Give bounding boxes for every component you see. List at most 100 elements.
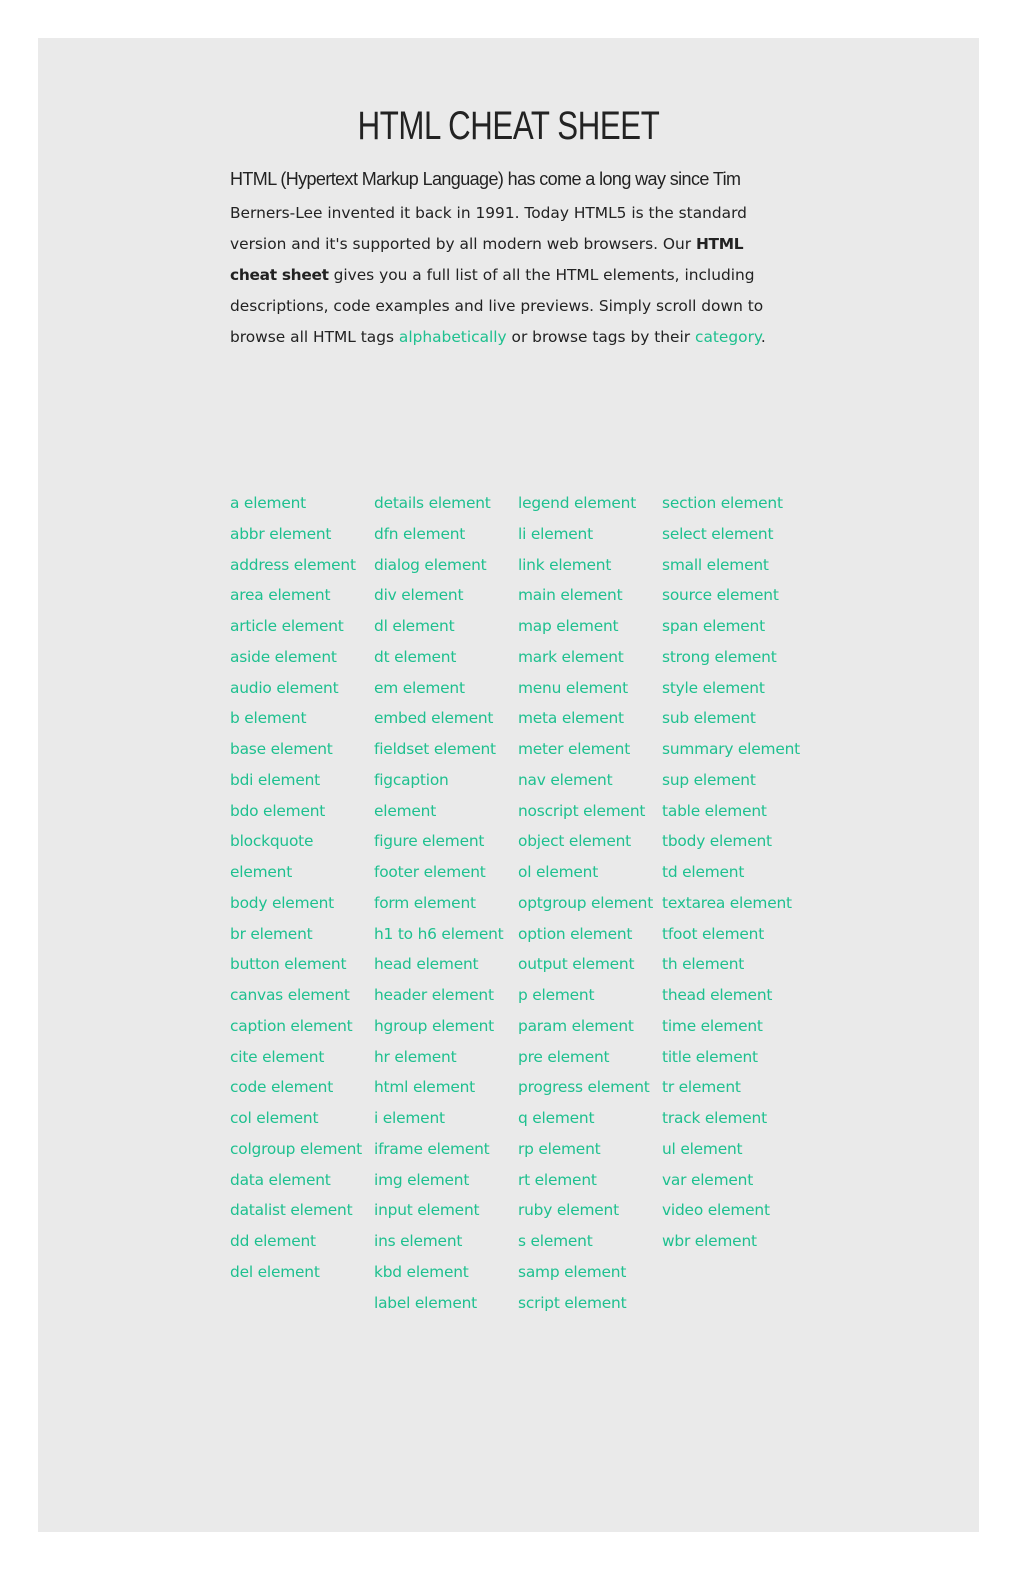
element-link[interactable]: a element — [230, 488, 368, 519]
element-link[interactable]: cite element — [230, 1042, 368, 1073]
element-link[interactable]: figcaption element — [374, 765, 512, 827]
element-link[interactable]: article element — [230, 611, 368, 642]
element-link[interactable]: ul element — [662, 1134, 800, 1165]
element-link[interactable]: param element — [518, 1011, 656, 1042]
element-link[interactable]: hr element — [374, 1042, 512, 1073]
element-link[interactable]: small element — [662, 550, 800, 581]
element-link[interactable]: rt element — [518, 1165, 656, 1196]
element-link[interactable]: figure element — [374, 826, 512, 857]
element-link[interactable]: dfn element — [374, 519, 512, 550]
element-link[interactable]: progress element — [518, 1072, 656, 1103]
element-link[interactable]: button element — [230, 949, 368, 980]
element-link[interactable]: abbr element — [230, 519, 368, 550]
element-link[interactable]: textarea element — [662, 888, 800, 919]
element-link[interactable]: br element — [230, 919, 368, 950]
element-link[interactable]: main element — [518, 580, 656, 611]
element-link[interactable]: strong element — [662, 642, 800, 673]
element-link[interactable]: img element — [374, 1165, 512, 1196]
element-link[interactable]: p element — [518, 980, 656, 1011]
element-link[interactable]: pre element — [518, 1042, 656, 1073]
element-link[interactable]: ins element — [374, 1226, 512, 1257]
element-link[interactable]: table element — [662, 796, 800, 827]
element-link[interactable]: summary element — [662, 734, 800, 765]
alphabetically-link[interactable]: alphabetically — [399, 328, 507, 346]
element-link[interactable]: legend element — [518, 488, 656, 519]
element-link[interactable]: tr element — [662, 1072, 800, 1103]
element-link[interactable]: meter element — [518, 734, 656, 765]
element-link[interactable]: td element — [662, 857, 800, 888]
element-link[interactable]: option element — [518, 919, 656, 950]
element-link[interactable]: iframe element — [374, 1134, 512, 1165]
element-link[interactable]: div element — [374, 580, 512, 611]
element-link[interactable]: sup element — [662, 765, 800, 796]
element-link[interactable]: ruby element — [518, 1195, 656, 1226]
element-link[interactable]: section element — [662, 488, 800, 519]
element-link[interactable]: optgroup element — [518, 888, 656, 919]
element-link[interactable]: time element — [662, 1011, 800, 1042]
element-link[interactable]: sub element — [662, 703, 800, 734]
element-link[interactable]: dd element — [230, 1226, 368, 1257]
element-link[interactable]: details element — [374, 488, 512, 519]
element-link[interactable]: link element — [518, 550, 656, 581]
element-link[interactable]: code element — [230, 1072, 368, 1103]
element-link[interactable]: header element — [374, 980, 512, 1011]
element-link[interactable]: col element — [230, 1103, 368, 1134]
element-link[interactable]: label element — [374, 1288, 512, 1319]
element-link[interactable]: thead element — [662, 980, 800, 1011]
element-link[interactable]: title element — [662, 1042, 800, 1073]
element-link[interactable]: noscript element — [518, 796, 656, 827]
element-link[interactable]: b element — [230, 703, 368, 734]
element-link[interactable]: form element — [374, 888, 512, 919]
element-link[interactable]: nav element — [518, 765, 656, 796]
element-link[interactable]: samp element — [518, 1257, 656, 1288]
element-link[interactable]: data element — [230, 1165, 368, 1196]
element-link[interactable]: area element — [230, 580, 368, 611]
element-link[interactable]: tbody element — [662, 826, 800, 857]
element-link[interactable]: blockquote element — [230, 826, 368, 888]
element-link[interactable]: datalist element — [230, 1195, 368, 1226]
element-link[interactable]: head element — [374, 949, 512, 980]
element-link[interactable]: input element — [374, 1195, 512, 1226]
element-link[interactable]: style element — [662, 673, 800, 704]
element-link[interactable]: canvas element — [230, 980, 368, 1011]
element-link[interactable]: del element — [230, 1257, 368, 1288]
element-link[interactable]: map element — [518, 611, 656, 642]
element-link[interactable]: th element — [662, 949, 800, 980]
element-link[interactable]: source element — [662, 580, 800, 611]
element-link[interactable]: colgroup element — [230, 1134, 368, 1165]
element-link[interactable]: mark element — [518, 642, 656, 673]
category-link[interactable]: category — [695, 328, 761, 346]
element-link[interactable]: video element — [662, 1195, 800, 1226]
element-link[interactable]: menu element — [518, 673, 656, 704]
element-link[interactable]: footer element — [374, 857, 512, 888]
element-link[interactable]: hgroup element — [374, 1011, 512, 1042]
element-link[interactable]: var element — [662, 1165, 800, 1196]
element-link[interactable]: s element — [518, 1226, 656, 1257]
element-link[interactable]: meta element — [518, 703, 656, 734]
element-link[interactable]: h1 to h6 element — [374, 919, 512, 950]
element-link[interactable]: kbd element — [374, 1257, 512, 1288]
element-link[interactable]: span element — [662, 611, 800, 642]
element-link[interactable]: address element — [230, 550, 368, 581]
element-link[interactable]: ol element — [518, 857, 656, 888]
element-link[interactable]: rp element — [518, 1134, 656, 1165]
element-link[interactable]: dl element — [374, 611, 512, 642]
element-link[interactable]: script element — [518, 1288, 656, 1319]
element-link[interactable]: output element — [518, 949, 656, 980]
element-link[interactable]: caption element — [230, 1011, 368, 1042]
element-link[interactable]: aside element — [230, 642, 368, 673]
element-link[interactable]: body element — [230, 888, 368, 919]
element-link[interactable]: select element — [662, 519, 800, 550]
element-link[interactable]: fieldset element — [374, 734, 512, 765]
element-link[interactable]: em element — [374, 673, 512, 704]
element-link[interactable]: dialog element — [374, 550, 512, 581]
element-link[interactable]: bdo element — [230, 796, 368, 827]
element-link[interactable]: wbr element — [662, 1226, 800, 1257]
element-link[interactable]: track element — [662, 1103, 800, 1134]
element-link[interactable]: base element — [230, 734, 368, 765]
element-link[interactable]: li element — [518, 519, 656, 550]
element-link[interactable]: audio element — [230, 673, 368, 704]
element-link[interactable]: object element — [518, 826, 656, 857]
element-link[interactable]: i element — [374, 1103, 512, 1134]
element-link[interactable]: bdi element — [230, 765, 368, 796]
